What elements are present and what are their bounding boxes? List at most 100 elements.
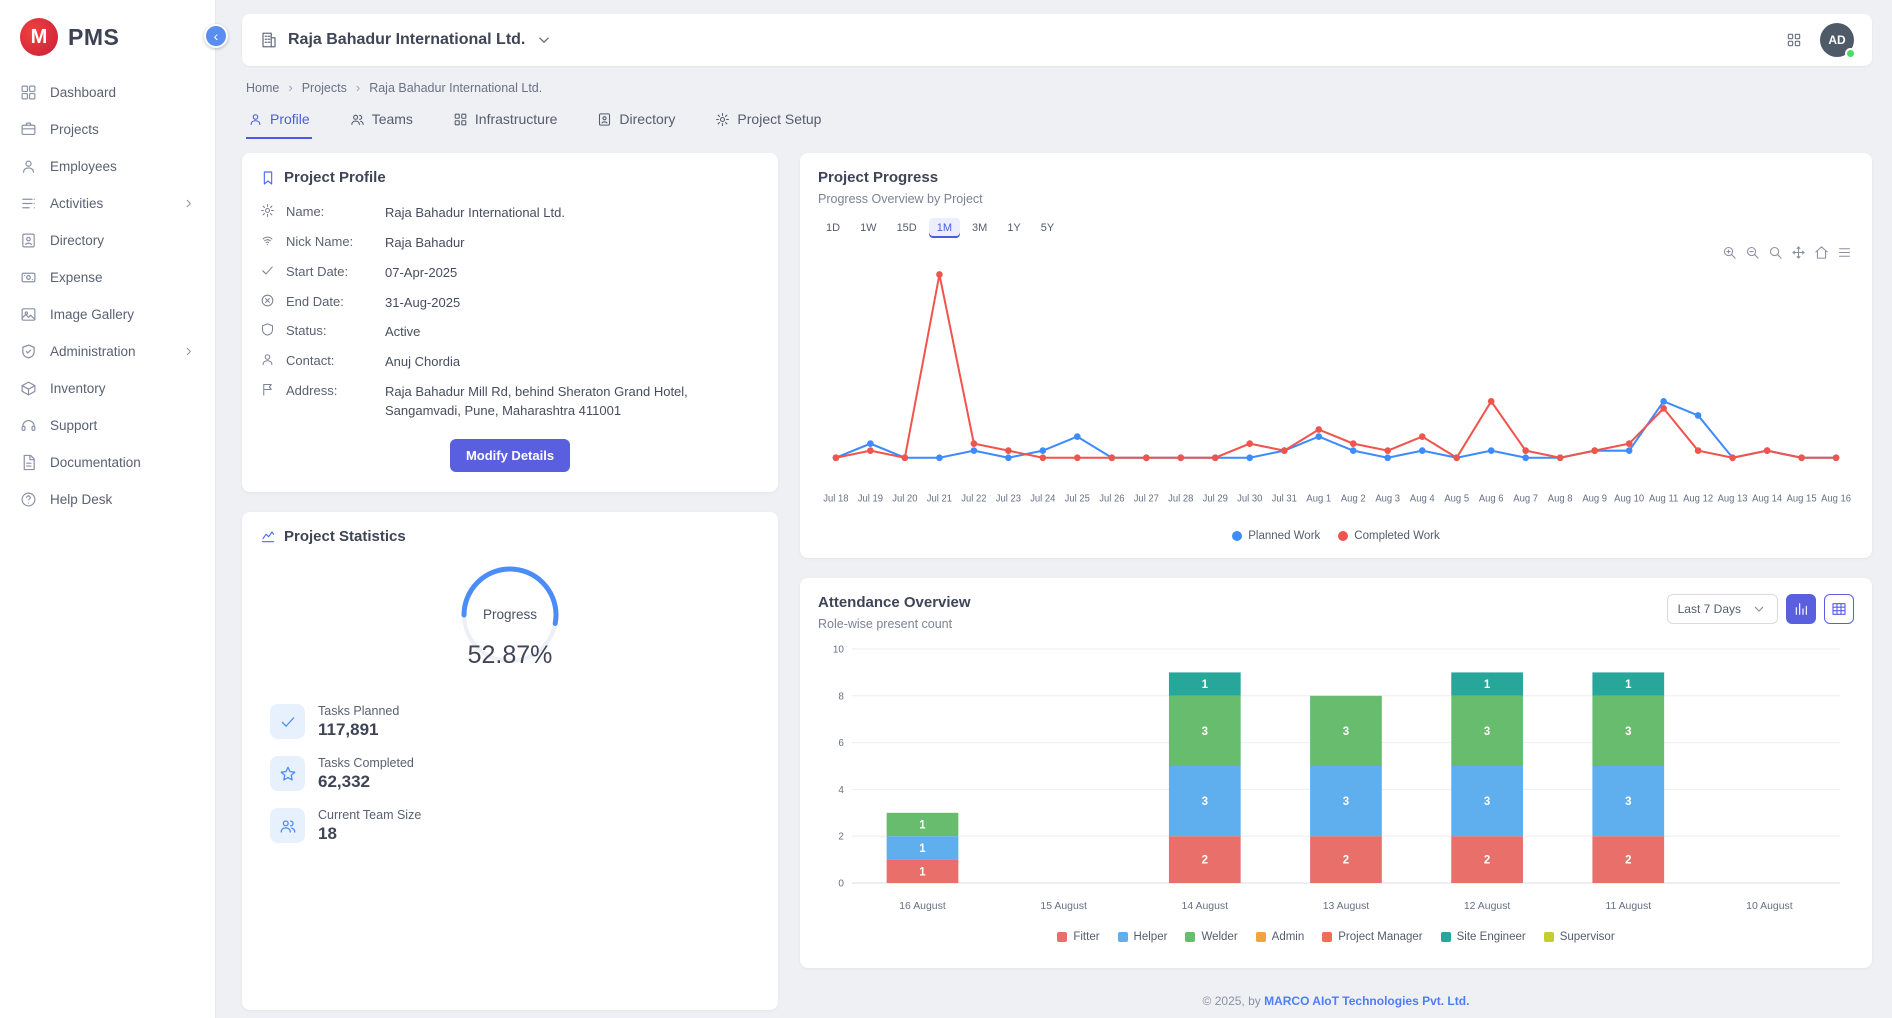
sidebar-item-label: Directory — [50, 233, 195, 248]
breadcrumb-item-home[interactable]: Home — [246, 81, 279, 95]
progress-line-chart[interactable]: Jul 18Jul 19Jul 20Jul 21Jul 22Jul 23Jul … — [818, 242, 1854, 528]
svg-text:Jul 31: Jul 31 — [1272, 493, 1297, 504]
legend-swatch — [1185, 932, 1195, 942]
svg-text:4: 4 — [838, 785, 844, 796]
tab-infrastructure[interactable]: Infrastructure — [451, 103, 559, 139]
stat-tasks-planned: Tasks Planned117,891 — [270, 704, 760, 740]
company-selector[interactable]: Raja Bahadur International Ltd. — [260, 31, 553, 49]
field-value: Anuj Chordia — [385, 351, 760, 372]
sidebar-item-label: Documentation — [50, 455, 195, 470]
legend-fitter[interactable]: Fitter — [1057, 931, 1099, 943]
legend-swatch — [1441, 932, 1451, 942]
menu-icon[interactable] — [1837, 245, 1852, 260]
date-range-value: Last 7 Days — [1678, 602, 1741, 616]
field-value: Active — [385, 321, 760, 342]
range-button-1d[interactable]: 1D — [818, 218, 848, 238]
legend-label: Admin — [1272, 931, 1305, 943]
activities-icon — [20, 195, 37, 212]
help-desk-icon — [20, 491, 37, 508]
progress-gauge: Progress 52.87% — [260, 559, 760, 670]
tab-label: Infrastructure — [475, 111, 557, 127]
tab-directory[interactable]: Directory — [595, 103, 677, 139]
user-avatar[interactable]: AD — [1820, 23, 1854, 57]
breadcrumb-item-projects[interactable]: Projects — [302, 81, 347, 95]
table-view-toggle[interactable] — [1824, 594, 1854, 624]
range-button-15d[interactable]: 15D — [889, 218, 925, 238]
sidebar-item-expense[interactable]: Expense — [0, 259, 215, 296]
sidebar-item-dashboard[interactable]: Dashboard — [0, 74, 215, 111]
tab-profile[interactable]: Profile — [246, 103, 312, 139]
tab-project-setup[interactable]: Project Setup — [713, 103, 823, 139]
range-button-5y[interactable]: 5Y — [1033, 218, 1062, 238]
apps-grid-icon[interactable] — [1786, 32, 1802, 48]
gauge-label: Progress — [483, 607, 537, 622]
directory-icon — [20, 232, 37, 249]
zoom-icon[interactable] — [1768, 245, 1783, 260]
zoom-out-icon[interactable] — [1745, 245, 1760, 260]
legend-project-manager[interactable]: Project Manager — [1322, 931, 1422, 943]
tab-teams[interactable]: Teams — [348, 103, 415, 139]
legend-planned-work[interactable]: Planned Work — [1232, 530, 1320, 542]
chart-view-toggle[interactable] — [1786, 594, 1816, 624]
sidebar-item-label: Expense — [50, 270, 195, 285]
field-value: 31-Aug-2025 — [385, 292, 760, 313]
field-label: Nick Name: — [286, 232, 374, 249]
administration-icon — [20, 343, 37, 360]
legend-helper[interactable]: Helper — [1118, 931, 1168, 943]
svg-text:13 August: 13 August — [1323, 901, 1370, 912]
range-button-1m[interactable]: 1M — [929, 218, 960, 238]
sidebar-item-inventory[interactable]: Inventory — [0, 370, 215, 407]
legend-label: Welder — [1201, 931, 1237, 943]
sidebar-item-administration[interactable]: Administration — [0, 333, 215, 370]
zoom-in-icon[interactable] — [1722, 245, 1737, 260]
svg-text:Jul 18: Jul 18 — [823, 493, 848, 504]
footer-company-link[interactable]: MARCO AIoT Technologies Pvt. Ltd. — [1264, 994, 1469, 1008]
svg-text:Aug 9: Aug 9 — [1582, 493, 1607, 504]
sidebar-item-directory[interactable]: Directory — [0, 222, 215, 259]
field-label: Start Date: — [286, 262, 374, 279]
range-button-1w[interactable]: 1W — [852, 218, 885, 238]
svg-text:3: 3 — [1343, 796, 1349, 808]
sidebar-item-help-desk[interactable]: Help Desk — [0, 481, 215, 518]
attendance-bar-chart[interactable]: 024681011116 August15 August233114 Augus… — [818, 637, 1854, 929]
modify-details-button[interactable]: Modify Details — [450, 439, 570, 472]
legend-supervisor[interactable]: Supervisor — [1544, 931, 1615, 943]
svg-text:1: 1 — [919, 819, 926, 831]
pan-icon[interactable] — [1791, 245, 1806, 260]
sidebar-item-employees[interactable]: Employees — [0, 148, 215, 185]
range-button-3m[interactable]: 3M — [964, 218, 995, 238]
svg-text:3: 3 — [1625, 726, 1631, 738]
profile-field-nick-name: Nick Name:Raja Bahadur — [260, 232, 760, 253]
sidebar-item-projects[interactable]: Projects — [0, 111, 215, 148]
project-progress-card: Project Progress Progress Overview by Pr… — [800, 153, 1872, 558]
legend-welder[interactable]: Welder — [1185, 931, 1237, 943]
svg-text:Aug 14: Aug 14 — [1752, 493, 1783, 504]
sidebar-item-support[interactable]: Support — [0, 407, 215, 444]
svg-text:Jul 26: Jul 26 — [1099, 493, 1124, 504]
range-button-1y[interactable]: 1Y — [999, 218, 1028, 238]
svg-text:16 August: 16 August — [899, 901, 946, 912]
progress-card-subtitle: Progress Overview by Project — [818, 192, 1854, 206]
tab-label: Profile — [270, 111, 310, 127]
home-icon[interactable] — [1814, 245, 1829, 260]
svg-text:Jul 27: Jul 27 — [1134, 493, 1159, 504]
legend-completed-work[interactable]: Completed Work — [1338, 530, 1439, 542]
legend-site-engineer[interactable]: Site Engineer — [1441, 931, 1526, 943]
tab-label: Project Setup — [737, 111, 821, 127]
sidebar-item-image-gallery[interactable]: Image Gallery — [0, 296, 215, 333]
date-range-select[interactable]: Last 7 Days — [1667, 594, 1778, 624]
sidebar-collapse-button[interactable]: ‹ — [204, 24, 228, 48]
svg-text:Aug 11: Aug 11 — [1649, 493, 1678, 504]
breadcrumb-item-raja-bahadur-international-ltd: Raja Bahadur International Ltd. — [369, 81, 542, 95]
chevron-right-icon — [182, 345, 195, 358]
stat-text: Current Team Size18 — [318, 808, 421, 844]
legend-swatch — [1232, 531, 1242, 541]
app-logo[interactable]: M PMS — [0, 14, 215, 74]
attendance-controls: Last 7 Days — [1667, 594, 1854, 624]
breadcrumb: Home›Projects›Raja Bahadur International… — [242, 66, 1872, 103]
building-icon — [260, 31, 278, 49]
field-label: End Date: — [286, 292, 374, 309]
sidebar-item-documentation[interactable]: Documentation — [0, 444, 215, 481]
legend-admin[interactable]: Admin — [1256, 931, 1305, 943]
sidebar-item-activities[interactable]: Activities — [0, 185, 215, 222]
